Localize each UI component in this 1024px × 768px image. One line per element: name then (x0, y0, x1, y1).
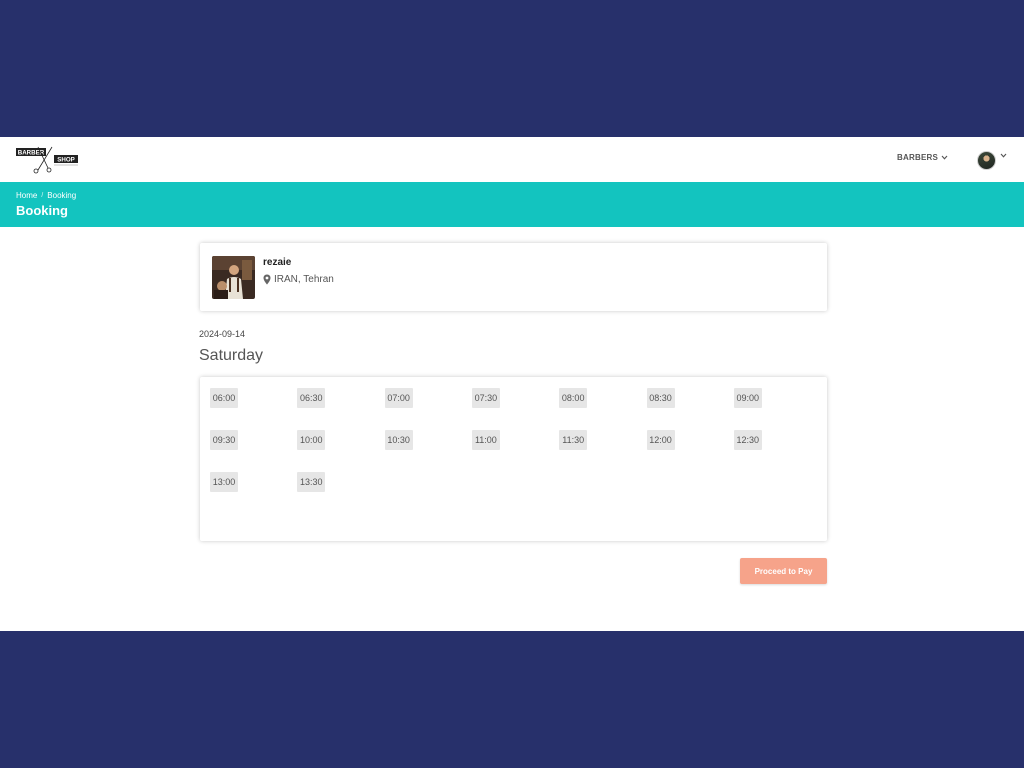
barber-shop-logo[interactable]: BARBER SHOP (16, 146, 80, 174)
breadcrumb: Home / Booking (16, 191, 76, 200)
time-slot[interactable]: 11:00 (471, 430, 500, 450)
booking-date: 2024-09-14 (199, 329, 246, 339)
time-slot[interactable]: 10:00 (297, 430, 326, 450)
breadcrumb-current: Booking (47, 191, 77, 200)
barber-location-text: IRAN, Tehran (274, 274, 334, 285)
page-header: Home / Booking Booking (0, 182, 1024, 227)
barber-card: rezaie IRAN, Tehran (200, 243, 827, 311)
time-slot[interactable]: 07:30 (471, 388, 500, 408)
map-pin-icon (263, 274, 271, 285)
time-slot[interactable]: 08:30 (646, 388, 675, 408)
time-slot[interactable]: 06:00 (210, 388, 238, 408)
breadcrumb-separator: / (41, 192, 44, 199)
breadcrumb-home[interactable]: Home (16, 191, 37, 200)
time-slots-card: 06:00 06:30 07:00 07:30 08:00 08:30 09:00 09:30… (200, 377, 827, 541)
nav-barbers-dropdown[interactable]: BARBERS (897, 153, 948, 162)
svg-text:SHOP: SHOP (57, 157, 75, 164)
time-slot[interactable]: 06:30 (297, 388, 326, 408)
time-slot[interactable]: 12:00 (646, 430, 675, 450)
time-slot[interactable]: 09:00 (733, 388, 762, 408)
chevron-down-icon (941, 155, 948, 160)
page-title: Booking (16, 203, 68, 218)
barber-photo (212, 256, 255, 299)
app-window: BARBER SHOP BARBERS Home / Booking Booki… (0, 137, 1024, 631)
barber-name: rezaie (263, 257, 292, 268)
user-avatar[interactable] (977, 151, 996, 170)
time-slot[interactable]: 13:30 (297, 472, 326, 492)
user-menu-chevron-icon[interactable] (1000, 153, 1007, 158)
proceed-to-pay-button[interactable]: Proceed to Pay (740, 558, 827, 584)
booking-day: Saturday (199, 347, 264, 364)
time-slot[interactable]: 08:00 (559, 388, 588, 408)
barber-location: IRAN, Tehran (263, 274, 334, 285)
time-slot[interactable]: 12:30 (733, 430, 762, 450)
nav-barbers-label: BARBERS (897, 153, 938, 162)
time-slot[interactable]: 13:00 (210, 472, 238, 492)
top-navbar: BARBER SHOP BARBERS (0, 137, 1024, 182)
time-slot[interactable]: 10:30 (384, 430, 413, 450)
time-slot[interactable]: 07:00 (384, 388, 413, 408)
time-slot[interactable]: 11:30 (559, 430, 588, 450)
time-slot[interactable]: 09:30 (210, 430, 238, 450)
